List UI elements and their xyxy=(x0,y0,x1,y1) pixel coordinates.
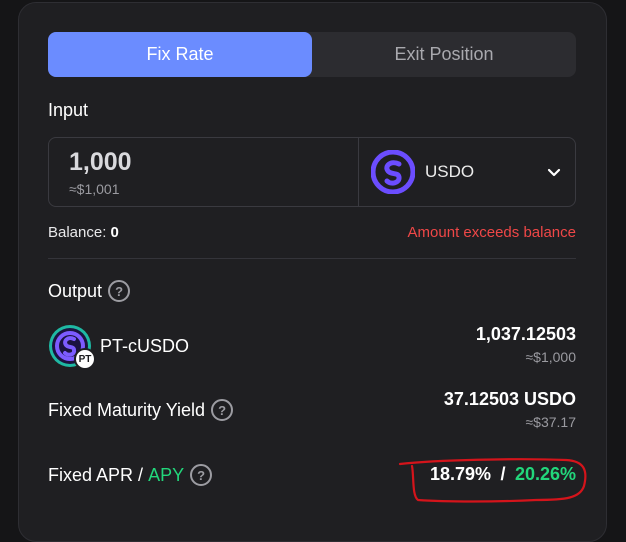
maturity-yield-help-icon[interactable]: ? xyxy=(211,399,234,421)
pt-badge: PT xyxy=(74,348,96,370)
amount-value[interactable]: 1,000 xyxy=(69,148,358,177)
output-section-label: Output xyxy=(48,280,103,301)
balance-text: Balance: 0 xyxy=(48,224,119,241)
maturity-yield-row: Fixed Maturity Yield ? 37.12503 USDO ≈$3… xyxy=(48,389,576,430)
divider xyxy=(48,258,576,259)
output-header-row: Output ? xyxy=(48,280,576,302)
maturity-yield-usd: ≈$37.17 xyxy=(525,414,576,430)
balance-row: Balance: 0 Amount exceeds balance xyxy=(48,224,576,241)
apy-value: 20.26% xyxy=(514,464,576,484)
balance-error-message: Amount exceeds balance xyxy=(407,224,576,241)
input-section-label: Input xyxy=(48,100,89,120)
output-token-row: PT PT-cUSDO 1,037.12503 ≈$1,000 xyxy=(48,324,576,370)
maturity-yield-label: Fixed Maturity Yield xyxy=(48,399,206,420)
swap-card xyxy=(18,2,607,542)
output-token-name: PT-cUSDO xyxy=(100,335,190,356)
apy-label: APY xyxy=(148,464,185,485)
maturity-yield-value: 37.12503 USDO xyxy=(443,389,576,409)
apr-label: Fixed APR xyxy=(48,464,134,485)
tab-exit-position[interactable]: Exit Position xyxy=(312,32,576,77)
output-help-icon[interactable]: ? xyxy=(108,280,131,302)
amount-usd-value: ≈$1,001 xyxy=(69,181,120,197)
token-select[interactable]: USDO xyxy=(359,138,575,206)
input-box: 1,000 ≈$1,001 USDO xyxy=(48,137,576,207)
apr-value: 18.79% xyxy=(429,464,492,484)
mode-tabs: Fix Rate Exit Position xyxy=(48,32,576,77)
apr-value-separator: / xyxy=(495,464,511,484)
amount-field[interactable]: 1,000 ≈$1,001 xyxy=(49,138,359,206)
apr-help-icon[interactable]: ? xyxy=(190,464,213,486)
chevron-down-icon[interactable] xyxy=(545,163,563,181)
balance-label: Balance: xyxy=(48,224,107,241)
output-amount: 1,037.12503 xyxy=(475,324,576,344)
apr-row: Fixed APR / APY ? 18.79% / 20.26% xyxy=(48,464,576,486)
balance-value: 0 xyxy=(110,224,119,241)
token-name: USDO xyxy=(425,162,475,181)
apr-label-separator: / xyxy=(133,464,149,485)
pt-token-logo: PT xyxy=(48,324,96,370)
usdo-logo-icon xyxy=(371,150,415,194)
tab-fix-rate[interactable]: Fix Rate xyxy=(48,32,312,77)
output-amount-usd: ≈$1,000 xyxy=(525,349,576,365)
